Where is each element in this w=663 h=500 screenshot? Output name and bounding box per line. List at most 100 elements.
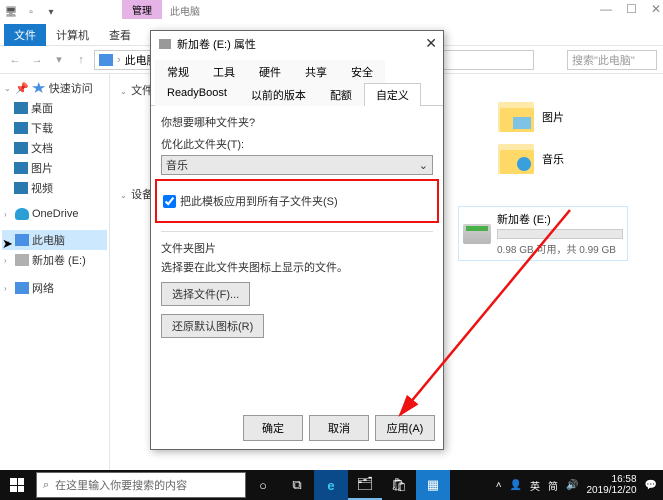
dialog-titlebar[interactable]: 新加卷 (E:) 属性 ✕ <box>151 31 443 57</box>
sidebar-videos[interactable]: 视频 <box>2 178 107 198</box>
highlight-box: 把此模板应用到所有子文件夹(S) <box>155 179 439 223</box>
explorer-icon[interactable]: 🗂 <box>348 470 382 500</box>
pc-icon <box>15 234 29 246</box>
ribbon-computer[interactable]: 计算机 <box>46 24 99 46</box>
titlebar: 🖥 ▫ ▾ 管理 此电脑 — ☐ ✕ <box>0 0 663 24</box>
tab-general[interactable]: 常规 <box>155 60 201 83</box>
tab-security[interactable]: 安全 <box>339 60 385 83</box>
pin-icon: 📌 <box>15 82 29 95</box>
tab-previous[interactable]: 以前的版本 <box>239 83 318 106</box>
close-button[interactable]: ✕ <box>651 2 661 16</box>
properties-dialog: 新加卷 (E:) 属性 ✕ 常规 工具 硬件 共享 安全 ReadyBoost … <box>150 30 444 450</box>
notification-icon[interactable]: 💬 <box>645 480 657 491</box>
tab-custom[interactable]: 自定义 <box>364 83 421 106</box>
contextual-tab-manage[interactable]: 管理 <box>122 0 162 19</box>
drive-item[interactable]: 新加卷 (E:) 0.98 GB 可用，共 0.99 GB <box>458 206 628 261</box>
restore-icon-button[interactable]: 还原默认图标(R) <box>161 314 264 338</box>
sidebar-quick-access[interactable]: ⌄📌快速访问 <box>2 78 107 98</box>
search-icon: ⌕ <box>43 479 49 492</box>
volume-icon[interactable]: 🔊 <box>566 480 578 491</box>
sidebar-item-label: 新加卷 (E:) <box>32 252 86 268</box>
chevron-down-icon: ⌄ <box>419 159 428 172</box>
sidebar-item-label: OneDrive <box>32 208 78 220</box>
ribbon-view[interactable]: 查看 <box>99 24 141 46</box>
cortana-icon[interactable]: ○ <box>246 470 280 500</box>
sidebar-pictures[interactable]: 图片 <box>2 158 107 178</box>
icon-section-label: 文件夹图片 <box>161 240 433 256</box>
store-icon[interactable]: 🛍 <box>382 470 416 500</box>
desktop-icon <box>14 102 28 114</box>
star-icon <box>32 82 46 94</box>
maximize-button[interactable]: ☐ <box>626 2 637 16</box>
people-icon[interactable]: 👤 <box>510 480 522 491</box>
folder-icon <box>498 144 534 174</box>
drive-icon <box>159 39 171 49</box>
ime-lang[interactable]: 英 <box>530 478 540 493</box>
edge-icon[interactable]: e <box>314 470 348 500</box>
folder-icon <box>498 102 534 132</box>
back-button[interactable]: ← <box>6 51 24 69</box>
search-input[interactable]: 搜索"此电脑" <box>567 50 657 70</box>
taskview-icon[interactable]: ⧉ <box>280 470 314 500</box>
window-title-text: 此电脑 <box>170 3 200 18</box>
dialog-title: 新加卷 (E:) 属性 <box>177 36 256 52</box>
icon-desc: 选择要在此文件夹图标上显示的文件。 <box>161 259 433 275</box>
cancel-button[interactable]: 取消 <box>309 415 369 441</box>
tab-quota[interactable]: 配额 <box>318 83 364 106</box>
dialog-body: 你想要哪种文件夹? 优化此文件夹(T): 音乐 ⌄ 把此模板应用到所有子文件夹(… <box>151 106 443 407</box>
file-tab[interactable]: 文件 <box>4 24 46 46</box>
tab-hardware[interactable]: 硬件 <box>247 60 293 83</box>
dialog-tabs: 常规 工具 硬件 共享 安全 ReadyBoost 以前的版本 配额 自定义 <box>151 59 443 106</box>
folder-label: 音乐 <box>542 151 564 167</box>
sidebar-item-label: 文档 <box>31 140 53 156</box>
chevron-right-icon[interactable]: › <box>117 54 121 66</box>
cursor-icon: ➤ <box>2 236 13 252</box>
video-icon <box>14 182 28 194</box>
taskbar-search[interactable]: ⌕ 在这里输入你要搜索的内容 <box>36 472 246 498</box>
forward-button[interactable]: → <box>28 51 46 69</box>
search-placeholder: 在这里输入你要搜索的内容 <box>55 477 187 493</box>
checkbox-label: 把此模板应用到所有子文件夹(S) <box>180 193 338 209</box>
sidebar-item-label: 下载 <box>31 120 53 136</box>
sidebar-desktop[interactable]: 桌面 <box>2 98 107 118</box>
sidebar-newvol[interactable]: ›新加卷 (E:) <box>2 250 107 270</box>
sidebar-item-label: 桌面 <box>31 100 53 116</box>
sidebar-thispc[interactable]: ⌄此电脑 <box>2 230 107 250</box>
choose-file-button[interactable]: 选择文件(F)... <box>161 282 250 306</box>
apply-button[interactable]: 应用(A) <box>375 415 435 441</box>
tab-readyboost[interactable]: ReadyBoost <box>155 83 239 106</box>
qat-icon[interactable]: ▫ <box>24 5 38 19</box>
date-text: 2019/12/20 <box>586 485 636 496</box>
system-tray: ˄ 👤 英 简 🔊 16:58 2019/12/20 💬 <box>496 474 663 496</box>
tray-up-icon[interactable]: ˄ <box>496 480 502 491</box>
folder-music[interactable]: 音乐 <box>498 144 586 174</box>
download-icon <box>14 122 28 134</box>
sidebar-onedrive[interactable]: ›OneDrive <box>2 206 107 222</box>
qat-icon[interactable]: ▾ <box>44 5 58 19</box>
folder-label: 图片 <box>542 109 564 125</box>
start-button[interactable] <box>0 470 34 500</box>
recent-dropdown[interactable]: ▾ <box>50 51 68 69</box>
sidebar-item-label: 网络 <box>32 280 54 296</box>
apply-template-checkbox[interactable] <box>163 195 176 208</box>
ok-button[interactable]: 确定 <box>243 415 303 441</box>
up-button[interactable]: ↑ <box>72 51 90 69</box>
app-icon[interactable]: ▦ <box>416 470 450 500</box>
sidebar-documents[interactable]: 文档 <box>2 138 107 158</box>
folder-pictures[interactable]: 图片 <box>498 102 586 132</box>
pc-icon <box>99 54 113 66</box>
sidebar-network[interactable]: ›网络 <box>2 278 107 298</box>
ime-mode[interactable]: 简 <box>548 478 558 493</box>
pc-icon: 🖥 <box>4 5 18 19</box>
optimize-combo[interactable]: 音乐 ⌄ <box>161 155 433 175</box>
minimize-button[interactable]: — <box>600 2 612 16</box>
sidebar-downloads[interactable]: 下载 <box>2 118 107 138</box>
close-icon[interactable]: ✕ <box>425 35 437 52</box>
clock[interactable]: 16:58 2019/12/20 <box>586 474 636 496</box>
sidebar-item-label: 此电脑 <box>32 232 65 248</box>
tab-tools[interactable]: 工具 <box>201 60 247 83</box>
drive-name: 新加卷 (E:) <box>497 211 623 227</box>
drive-usage: 0.98 GB 可用，共 0.99 GB <box>497 241 623 256</box>
tab-sharing[interactable]: 共享 <box>293 60 339 83</box>
optimize-label: 优化此文件夹(T): <box>161 136 433 152</box>
